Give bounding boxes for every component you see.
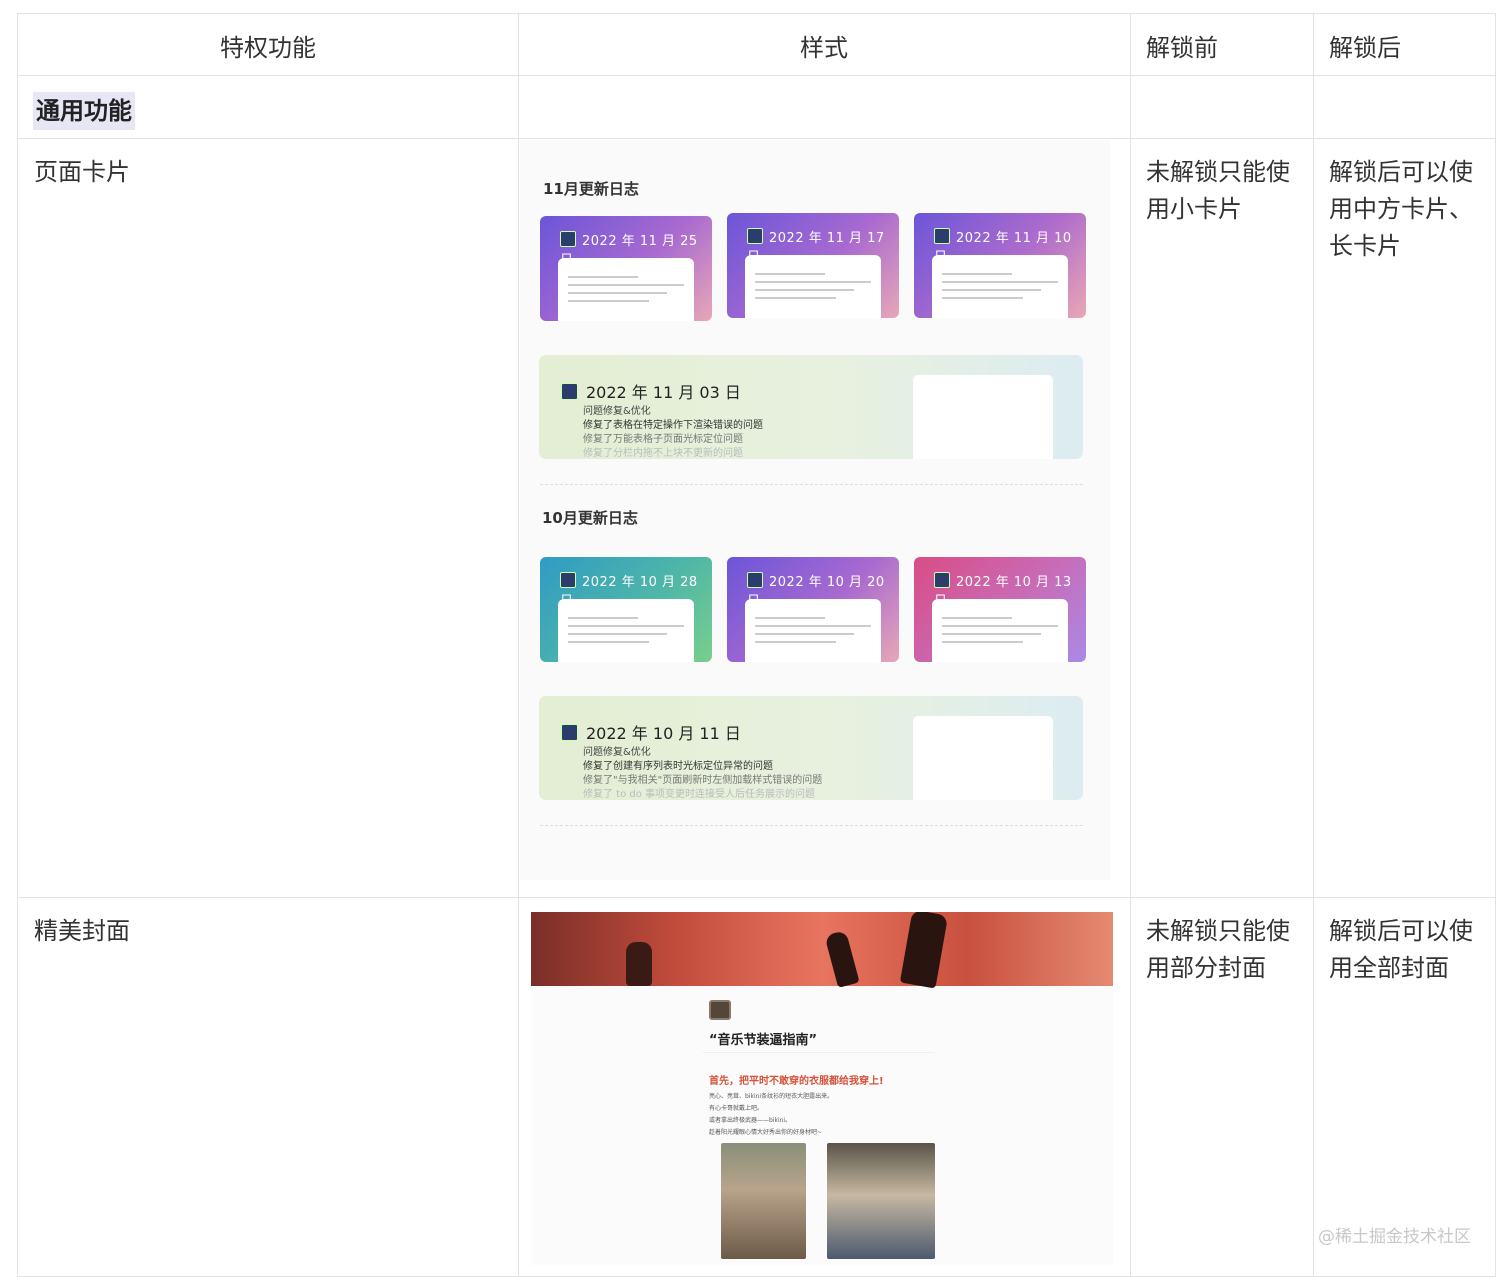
long-card-line: 修复了表格在特定操作下渲染错误的问题 [583,420,763,431]
column-divider [1313,14,1314,1276]
row-before-cards: 未解锁只能使用小卡片 [1146,158,1290,223]
section-label: 通用功能 [33,92,135,130]
card-preview-paper [932,599,1068,662]
festival-photo [827,1143,935,1259]
doc-headline: 首先，把平时不敢穿的衣服都给我穿上! [709,1076,884,1087]
card-preview-paper [745,599,881,662]
long-card-line: 修复了分栏内拖不上块不更新的问题 [583,448,743,459]
column-divider [518,14,519,1276]
row-after-cards: 解锁后可以使用中方卡片、长卡片 [1329,158,1473,260]
small-card[interactable]: 2022 年 11 月 10 日 [914,213,1086,318]
tv-icon [709,1000,731,1020]
header-style: 样式 [800,33,848,62]
small-card[interactable]: 2022 年 10 月 20 日 [727,557,899,662]
long-card[interactable]: 2022 年 11 月 03 日 问题修复&优化 修复了表格在特定操作下渲染错误… [539,355,1083,459]
long-card-line: 修复了万能表格子页面光标定位问题 [583,434,743,445]
doc-line: 有心卡哥就戴上吧。 [709,1105,764,1112]
long-card-line: 问题修复&优化 [583,406,651,417]
hand-silhouette [899,912,949,989]
row-feature-cards: 页面卡片 [34,158,130,186]
doc-line: 亮心、亮茸、bikini条纹衫的短衣大胆露出来。 [709,1093,834,1100]
long-card-line: 修复了创建有序列表时光标定位异常的问题 [583,761,773,772]
row-feature-cover: 精美封面 [34,917,130,945]
header-before: 解锁前 [1146,33,1218,62]
cover-banner-image[interactable] [531,912,1113,989]
row-divider [18,138,1495,139]
row-divider [18,897,1495,898]
card-preview-paper [558,599,694,662]
small-card[interactable]: 2022 年 10 月 13 日 [914,557,1086,662]
card-preview-paper [745,255,881,318]
cover-preview: “音乐节装逼指南” 首先，把平时不敢穿的衣服都给我穿上! 亮心、亮茸、bikin… [531,912,1113,1265]
long-card-line: 修复了 to do 事项变更时连接受人后任务展示的问题 [583,789,816,800]
nov-log-title: 11月更新日志 [543,180,639,198]
header-after: 解锁后 [1329,33,1401,62]
card-preview-paper [932,255,1068,318]
long-card-date: 2022 年 10 月 11 日 [561,720,741,744]
festival-photo [721,1143,806,1259]
section-divider [540,484,1083,485]
doc-title: “音乐节装逼指南” [709,1033,818,1048]
long-card-line: 问题修复&优化 [583,747,651,758]
figure-silhouette [626,942,652,986]
row-before-cover: 未解锁只能使用部分封面 [1146,917,1290,982]
row-after-cover: 解锁后可以使用全部封面 [1329,917,1473,982]
long-card-date: 2022 年 11 月 03 日 [561,379,741,403]
long-card[interactable]: 2022 年 10 月 11 日 问题修复&优化 修复了创建有序列表时光标定位异… [539,696,1083,800]
small-card[interactable]: 2022 年 11 月 17 日 [727,213,899,318]
card-preview-paper [558,258,694,321]
title-divider [703,1052,935,1053]
watermark: @稀土掘金技术社区 [1318,1227,1471,1247]
oct-log-title: 10月更新日志 [542,509,638,527]
small-card[interactable]: 2022 年 11 月 25 日 [540,216,712,321]
column-divider [1130,14,1131,1276]
card-preview-paper [913,375,1053,459]
section-divider [540,825,1083,826]
page-card-preview: 11月更新日志 2022 年 11 月 25 日 2022 年 11 月 17 … [520,140,1110,880]
small-card[interactable]: 2022 年 10 月 28 日 [540,557,712,662]
card-preview-paper [913,716,1053,800]
hand-silhouette [824,930,860,988]
doc-line: 或者拿出终极武器——bikini。 [709,1117,792,1124]
doc-line: 趁着阳光耀眼心情大好秀出你的好身材吧~ [709,1129,823,1136]
header-feature: 特权功能 [220,33,316,62]
long-card-line: 修复了"与我相关"页面刷新时左侧加载样式错误的问题 [583,775,823,786]
